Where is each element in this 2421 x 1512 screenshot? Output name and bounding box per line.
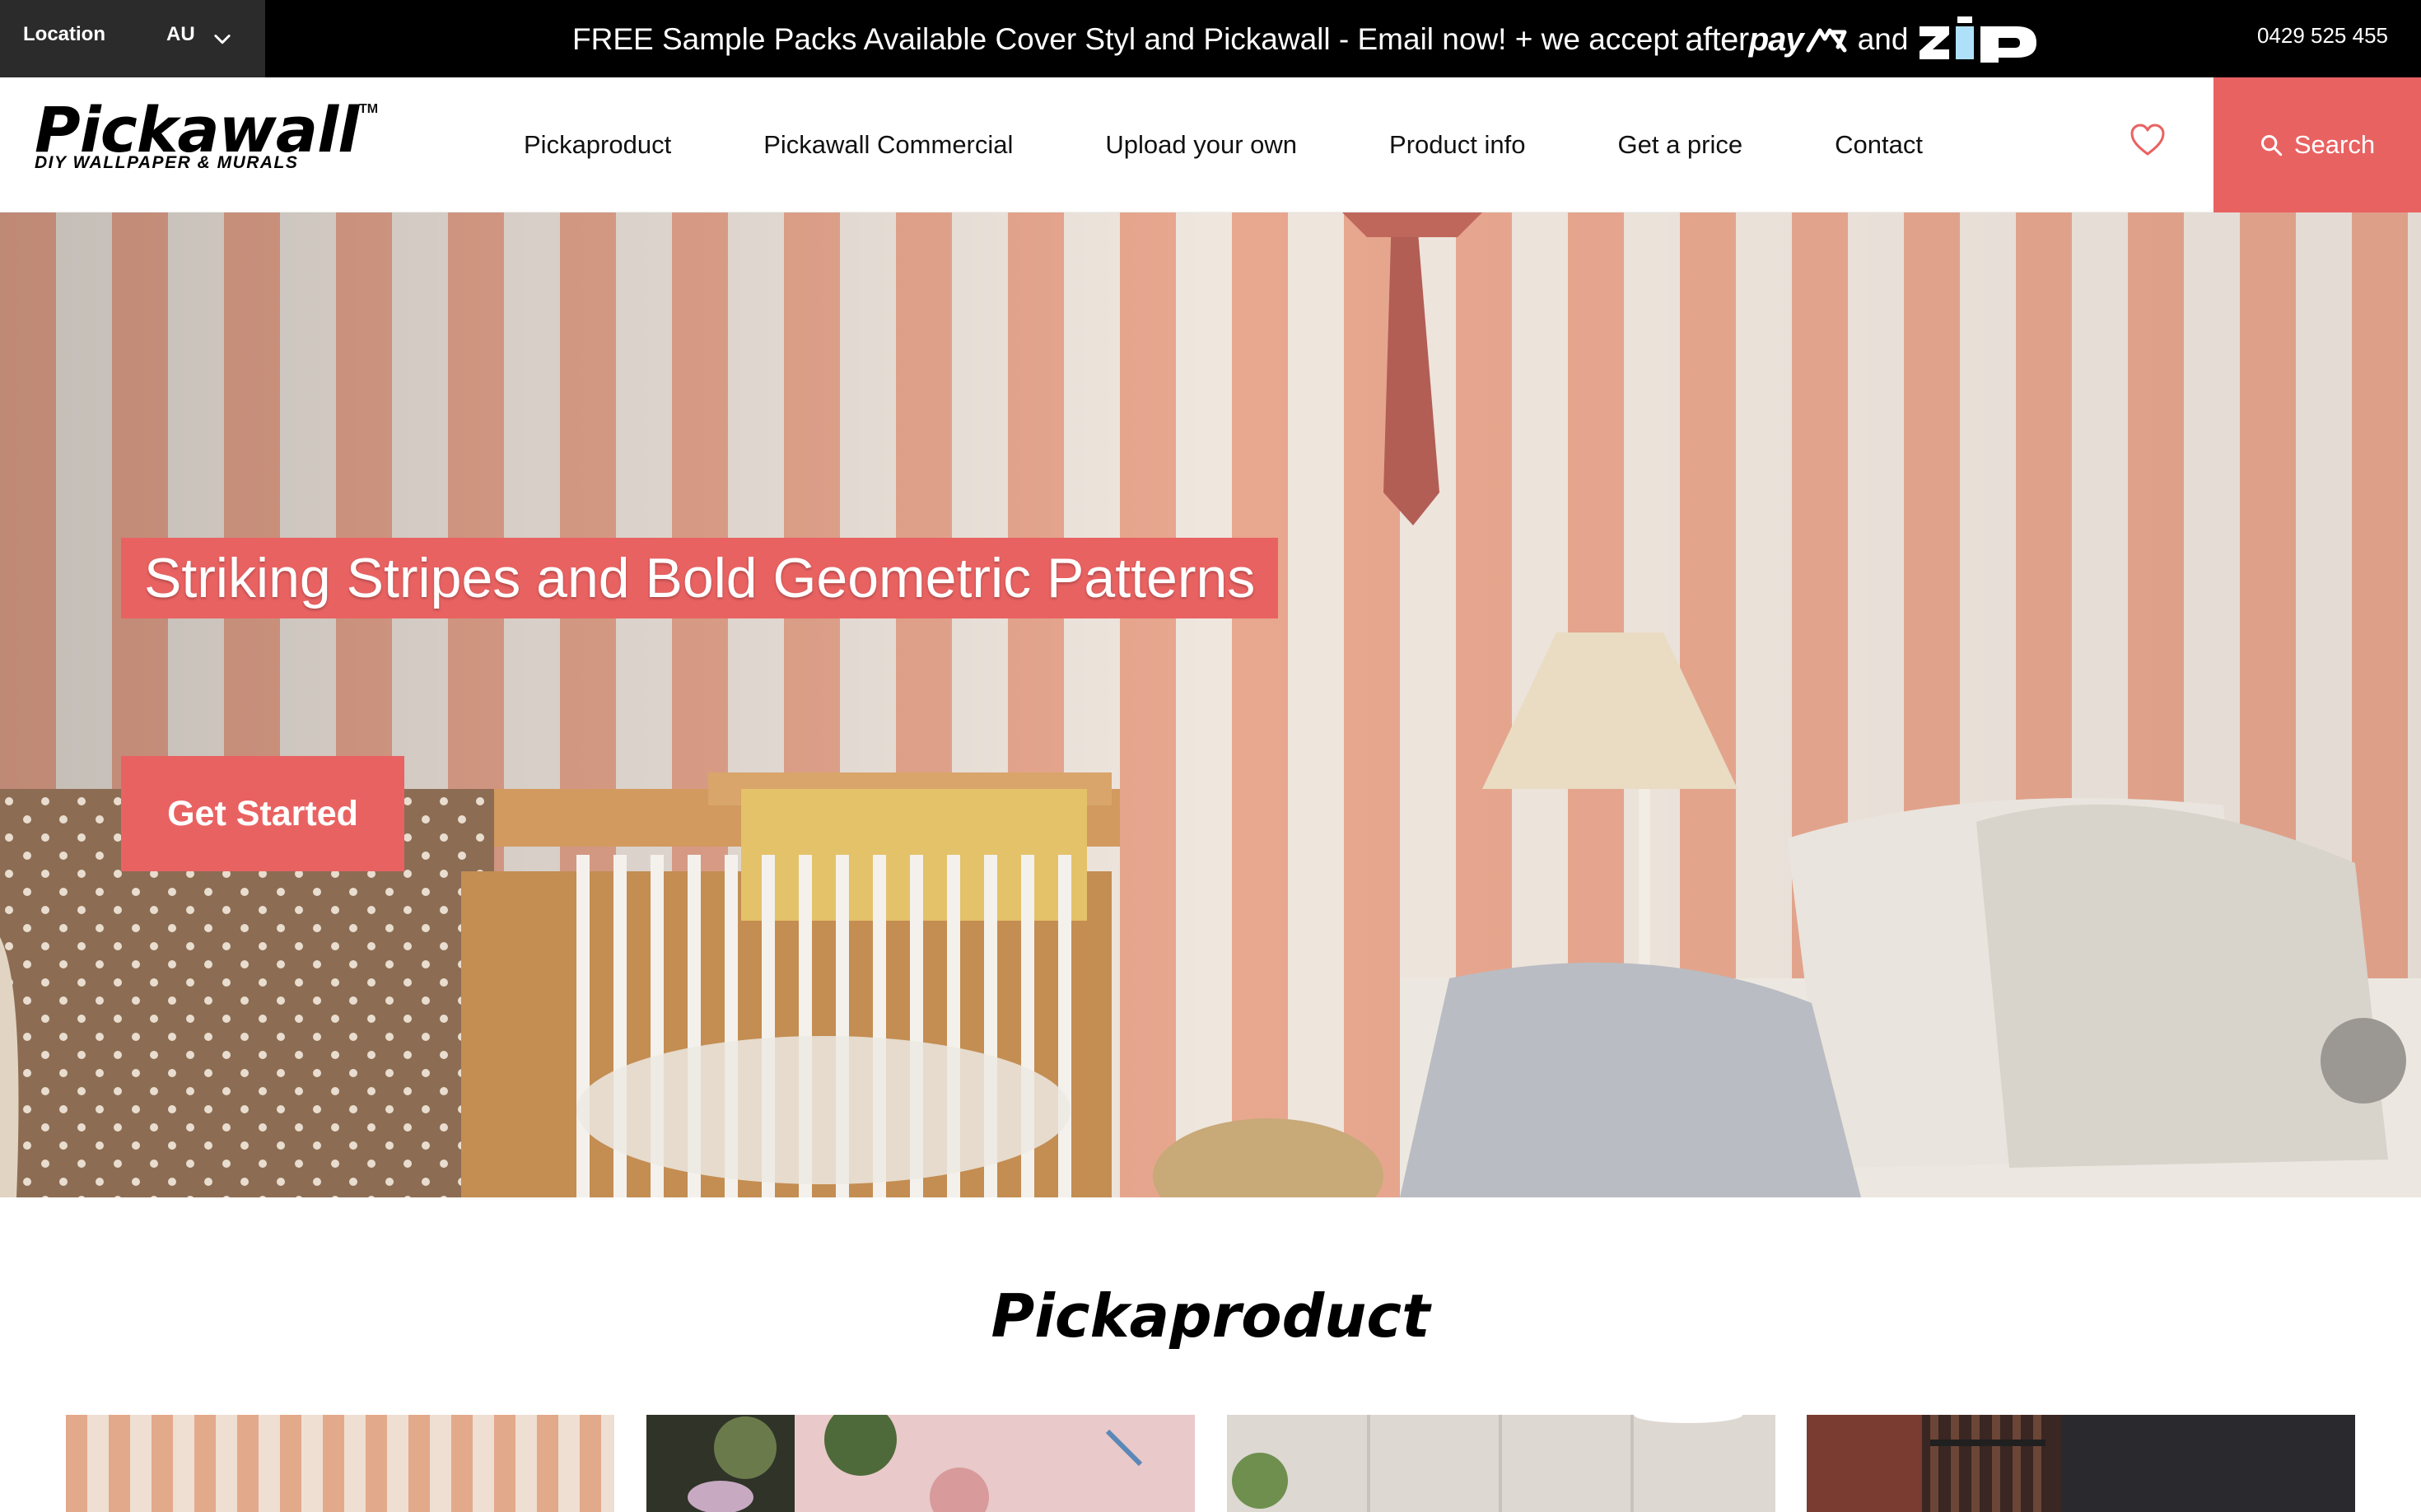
- afterpay-after-text: after: [1685, 21, 1749, 58]
- product-card-image: [1807, 1415, 2355, 1512]
- product-card-mural[interactable]: [646, 1415, 1195, 1512]
- nav-item-pickawall-commercial[interactable]: Pickawall Commercial: [763, 130, 1013, 160]
- nav-item-product-info[interactable]: Product info: [1389, 130, 1525, 160]
- hero-heading: Striking Stripes and Bold Geometric Patt…: [121, 538, 1279, 618]
- section-title: Pickaproduct: [991, 1281, 1430, 1351]
- hero-image: [0, 212, 2421, 1197]
- search-icon: [2260, 134, 2283, 156]
- nav-item-get-a-price[interactable]: Get a price: [1617, 130, 1742, 160]
- search-button[interactable]: Search: [2213, 77, 2421, 212]
- product-card-image: [66, 1415, 614, 1512]
- logo-trademark: TM: [359, 102, 379, 116]
- site-header: Pickawall TM DIY WALLPAPER & MURALS Pick…: [0, 77, 2421, 212]
- nav-item-contact[interactable]: Contact: [1835, 130, 1923, 160]
- location-label: Location: [23, 23, 105, 45]
- afterpay-pay-text: pay: [1748, 21, 1804, 58]
- product-card-interior[interactable]: [1227, 1415, 1775, 1512]
- logo-tagline: DIY WALLPAPER & MURALS: [35, 153, 299, 172]
- afterpay-logo: after pay: [1685, 21, 1847, 58]
- zip-logo-icon: [1920, 16, 2037, 63]
- phone-number[interactable]: 0429 525 455: [2257, 23, 2388, 49]
- announcement-bar: Location AU FREE Sample Packs Available …: [0, 0, 2421, 77]
- site-logo[interactable]: Pickawall TM DIY WALLPAPER & MURALS: [33, 99, 387, 181]
- heart-icon[interactable]: [2129, 124, 2166, 156]
- product-card-image: [646, 1415, 1195, 1512]
- and-text: and: [1857, 22, 1909, 56]
- product-card-stripes[interactable]: [66, 1415, 614, 1512]
- nav-item-upload-your-own[interactable]: Upload your own: [1105, 130, 1297, 160]
- chevron-down-icon[interactable]: [211, 27, 234, 50]
- location-value[interactable]: AU: [166, 23, 195, 46]
- location-selector[interactable]: Location AU: [0, 0, 265, 77]
- announcement-message[interactable]: FREE Sample Packs Available Cover Styl a…: [572, 22, 1678, 57]
- announcement-text[interactable]: FREE Sample Packs Available Cover Styl a…: [572, 16, 2038, 63]
- main-nav: Pickaproduct Pickawall Commercial Upload…: [524, 77, 2015, 212]
- product-card-image: [1227, 1415, 1775, 1512]
- product-cards: [66, 1415, 2355, 1512]
- afterpay-logo-icon: [1806, 28, 1847, 53]
- hero-banner: Striking Stripes and Bold Geometric Patt…: [0, 212, 2421, 1197]
- get-started-button[interactable]: Get Started: [121, 756, 404, 871]
- nav-item-pickaproduct[interactable]: Pickaproduct: [524, 130, 671, 160]
- product-card-commercial[interactable]: [1807, 1415, 2355, 1512]
- search-label: Search: [2293, 130, 2376, 159]
- logo-name: Pickawall: [35, 93, 359, 166]
